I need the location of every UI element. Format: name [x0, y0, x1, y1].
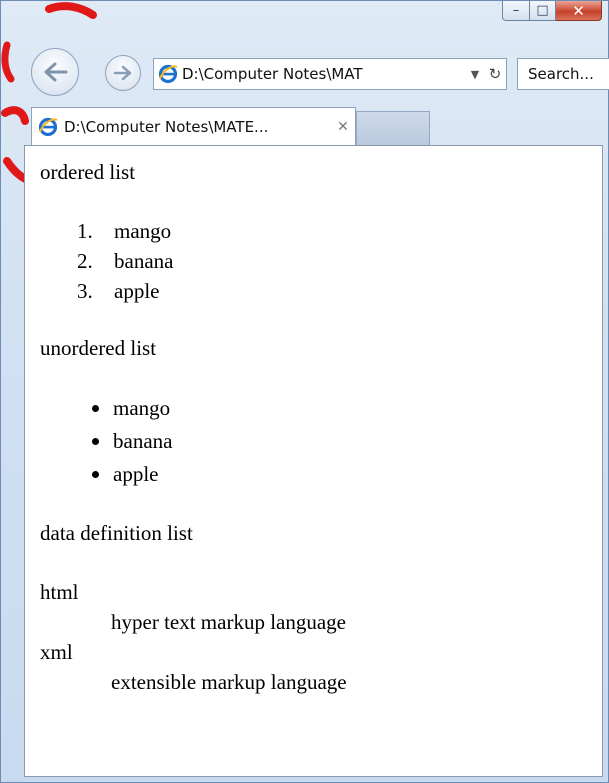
tab-title: D:\Computer Notes\MATE...	[64, 117, 269, 136]
tab-close-icon[interactable]: ✕	[331, 119, 355, 135]
forward-arrow-icon	[113, 65, 132, 81]
list-item-text: apple	[114, 279, 160, 303]
definition-list: html hyper text markup language xml exte…	[40, 577, 602, 697]
search-input[interactable]: Search...	[517, 58, 609, 90]
list-item: 3. apple	[40, 276, 602, 306]
search-placeholder: Search...	[528, 65, 594, 83]
list-item-text: mango	[114, 219, 172, 243]
back-arrow-icon	[44, 62, 68, 82]
forward-button[interactable]	[105, 55, 141, 91]
address-url[interactable]: D:\Computer Notes\MAT	[182, 65, 466, 83]
list-number: 2.	[77, 249, 93, 273]
ordered-list-heading: ordered list	[40, 160, 136, 184]
maximize-button[interactable]: □	[530, 1, 556, 21]
list-item-text: banana	[113, 429, 173, 453]
definition-term: xml	[40, 640, 73, 664]
unordered-list-heading: unordered list	[40, 336, 157, 360]
list-number: 3.	[77, 279, 93, 303]
list-item: 1. mango	[40, 216, 602, 246]
definition-term: html	[40, 580, 79, 604]
ordered-list: 1. mango 2. banana 3. apple	[40, 216, 602, 306]
back-button[interactable]	[31, 48, 79, 96]
minimize-button[interactable]: –	[502, 1, 530, 21]
list-item: apple	[40, 458, 602, 491]
list-item: banana	[40, 425, 602, 458]
browser-window: – □ ✕ D:\Computer Notes\MAT ▼ ↻ Search..…	[0, 0, 609, 783]
definition-list-heading: data definition list	[40, 521, 193, 545]
list-item: mango	[40, 392, 602, 425]
page-content: ordered list 1. mango 2. banana 3. apple…	[24, 145, 603, 777]
ie-tab-icon	[38, 117, 58, 136]
definition-description: hyper text markup language	[111, 610, 346, 634]
bullet-icon	[92, 438, 99, 445]
address-dropdown-icon[interactable]: ▼	[466, 68, 484, 81]
list-item-text: mango	[113, 396, 171, 420]
address-bar[interactable]: D:\Computer Notes\MAT ▼ ↻	[153, 58, 507, 90]
definition-description: extensible markup language	[111, 670, 347, 694]
new-tab-button[interactable]	[356, 111, 430, 145]
bullet-icon	[92, 471, 99, 478]
ie-page-icon	[154, 64, 182, 84]
bullet-icon	[92, 405, 99, 412]
list-number: 1.	[77, 219, 93, 243]
refresh-icon[interactable]: ↻	[484, 65, 506, 83]
unordered-list: mango banana apple	[40, 392, 602, 491]
close-button[interactable]: ✕	[556, 1, 602, 21]
tab-active[interactable]: D:\Computer Notes\MATE... ✕	[31, 107, 356, 145]
list-item-text: apple	[113, 462, 159, 486]
window-caption-buttons: – □ ✕	[502, 1, 602, 27]
list-item-text: banana	[114, 249, 174, 273]
list-item: 2. banana	[40, 246, 602, 276]
